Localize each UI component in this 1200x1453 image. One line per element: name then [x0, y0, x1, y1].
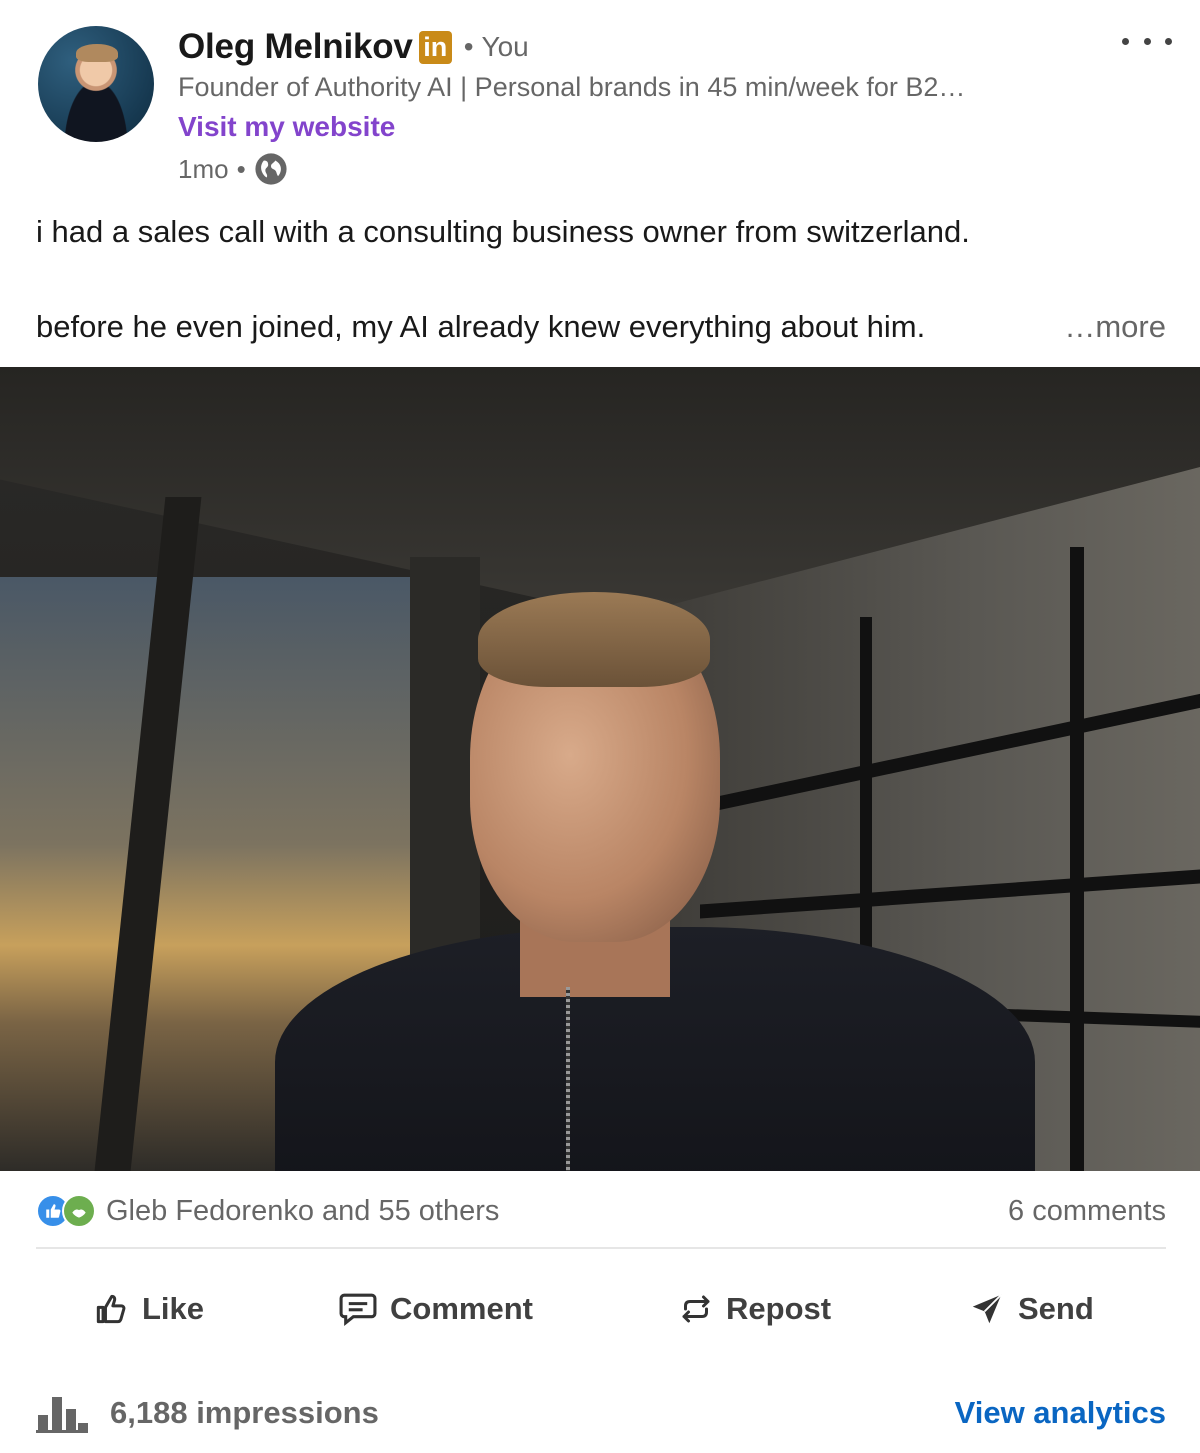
send-label: Send	[1018, 1291, 1094, 1326]
support-reaction-icon	[62, 1194, 96, 1228]
more-options-icon[interactable]	[1122, 26, 1172, 56]
author-name[interactable]: Oleg Melnikov	[178, 27, 413, 67]
like-label: Like	[142, 1291, 205, 1326]
linkedin-premium-icon: in	[418, 30, 452, 64]
author-name-row: Oleg Melnikov in • You	[178, 26, 529, 68]
author-headline: Founder of Authority AI | Personal brand…	[178, 72, 966, 102]
impressions[interactable]: 6,188 impressions	[36, 1393, 379, 1433]
bar-chart-icon	[36, 1397, 88, 1433]
author-relation: • You	[463, 31, 529, 62]
divider	[36, 1247, 1166, 1249]
separator-dot: •	[236, 153, 246, 184]
see-more-link[interactable]: …more	[1064, 307, 1166, 347]
comment-button[interactable]: Comment	[338, 1280, 533, 1338]
reaction-icons	[36, 1194, 96, 1228]
like-icon	[96, 1294, 126, 1324]
post-header: Oleg Melnikov in • You Founder of Authori…	[0, 0, 1200, 190]
view-analytics-link[interactable]: View analytics	[955, 1395, 1166, 1431]
impressions-count: 6,188 impressions	[110, 1395, 379, 1430]
social-counts: Gleb Fedorenko and 55 others 6 comments	[36, 1188, 1166, 1234]
post-time: 1mo	[178, 153, 229, 184]
globe-icon	[255, 153, 287, 185]
reactions-summary[interactable]: Gleb Fedorenko and 55 others	[36, 1194, 499, 1228]
post-paragraph-2-text: before he even joined, my AI already kne…	[36, 309, 926, 344]
reactions-text: Gleb Fedorenko and 55 others	[106, 1194, 500, 1227]
repost-button[interactable]: Repost	[678, 1280, 831, 1338]
relation-label: You	[481, 31, 529, 62]
repost-icon	[682, 1295, 710, 1323]
like-button[interactable]: Like	[92, 1280, 204, 1338]
visit-website-link[interactable]: Visit my website	[178, 111, 395, 143]
post-paragraph-1: i had a sales call with a consulting bus…	[36, 214, 970, 249]
post-paragraph-2: before he even joined, my AI already kne…	[36, 307, 1166, 347]
post-image[interactable]	[0, 367, 1200, 1171]
repost-label: Repost	[726, 1291, 832, 1326]
send-icon	[972, 1294, 1002, 1324]
impressions-bar: 6,188 impressions View analytics	[36, 1388, 1166, 1438]
action-bar: Like Comment Repost Send	[0, 1280, 1200, 1338]
send-button[interactable]: Send	[968, 1280, 1094, 1338]
post-meta: 1mo •	[178, 152, 288, 186]
comment-icon	[339, 1293, 377, 1327]
comments-count[interactable]: 6 comments	[1008, 1195, 1166, 1228]
comment-label: Comment	[390, 1291, 533, 1326]
author-avatar[interactable]	[38, 26, 154, 142]
